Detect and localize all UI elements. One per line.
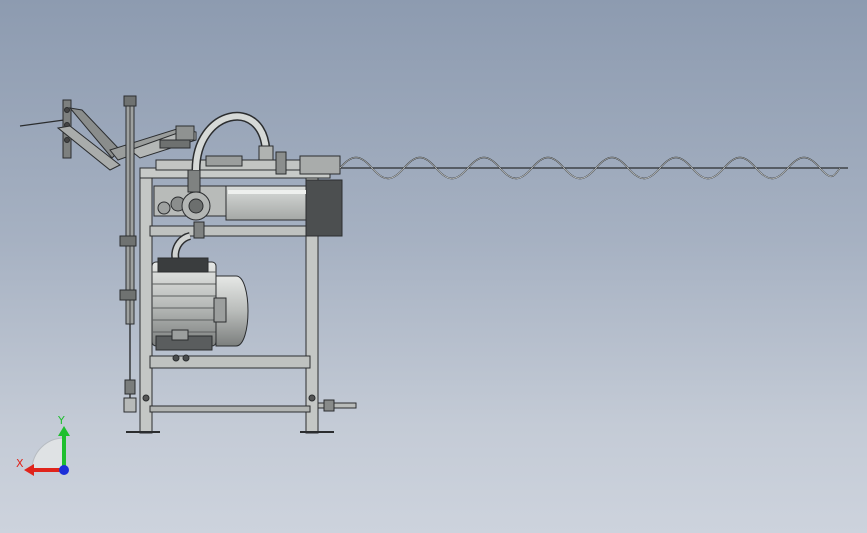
pulley-disc xyxy=(119,95,137,413)
axis-x-label: X xyxy=(16,457,24,470)
electric-motor xyxy=(151,257,249,362)
foot-lever xyxy=(317,399,357,412)
machine-drawing xyxy=(19,95,848,476)
cad-viewport[interactable]: Y X xyxy=(0,0,867,533)
axis-y-label: Y xyxy=(58,414,65,427)
axis-triad xyxy=(24,426,70,476)
helical-spring xyxy=(339,156,848,180)
